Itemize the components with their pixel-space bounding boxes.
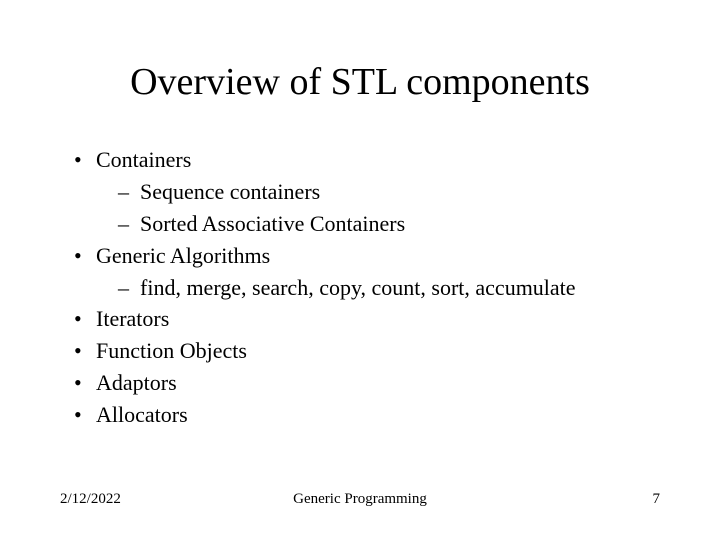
list-item: Iterators [74, 303, 660, 335]
bullet-text: Function Objects [96, 338, 247, 363]
slide-footer: 2/12/2022 Generic Programming 7 [60, 491, 660, 508]
footer-date: 2/12/2022 [60, 491, 121, 508]
bullet-text: find, merge, search, copy, count, sort, … [140, 275, 576, 300]
list-item: Adaptors [74, 367, 660, 399]
bullet-text: Sorted Associative Containers [140, 211, 405, 236]
bullet-text: Adaptors [96, 370, 177, 395]
list-item: Sorted Associative Containers [118, 208, 660, 240]
footer-page-number: 7 [653, 491, 661, 508]
bullet-text: Allocators [96, 402, 188, 427]
slide-body: Containers Sequence containers Sorted As… [60, 144, 660, 431]
bullet-text: Generic Algorithms [96, 243, 270, 268]
list-item: Containers Sequence containers Sorted As… [74, 144, 660, 240]
bullet-text: Containers [96, 147, 191, 172]
list-item: Generic Algorithms find, merge, search, … [74, 240, 660, 304]
list-item: Allocators [74, 399, 660, 431]
bullet-text: Iterators [96, 306, 169, 331]
bullet-text: Sequence containers [140, 179, 320, 204]
list-item: find, merge, search, copy, count, sort, … [118, 272, 660, 304]
footer-title: Generic Programming [293, 491, 427, 508]
list-item: Sequence containers [118, 176, 660, 208]
slide-title: Overview of STL components [60, 60, 660, 104]
list-item: Function Objects [74, 335, 660, 367]
